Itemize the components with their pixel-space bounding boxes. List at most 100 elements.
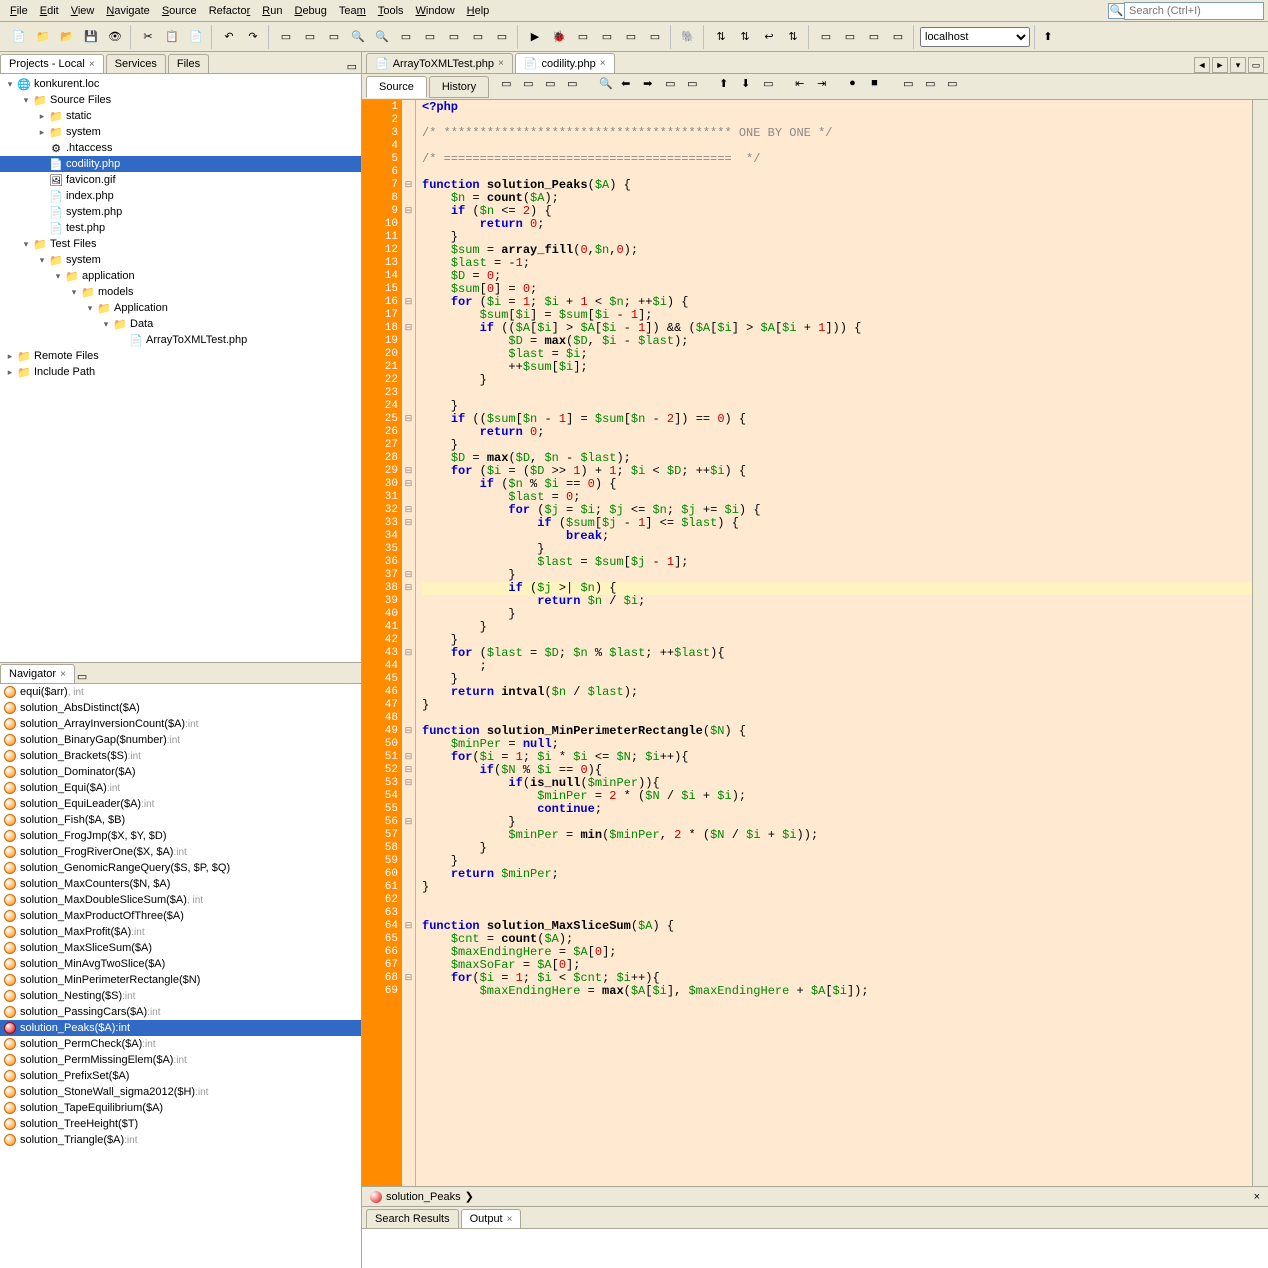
- db1-icon[interactable]: ▭: [815, 26, 837, 48]
- run-icon[interactable]: ▶: [524, 26, 546, 48]
- tab-projects[interactable]: Projects - Local×: [0, 54, 104, 73]
- editor-tab[interactable]: 📄ArrayToXMLTest.php×: [366, 53, 513, 73]
- et9-icon[interactable]: ▭: [925, 77, 945, 97]
- tree-item[interactable]: 📄test.php: [0, 220, 361, 236]
- editor-tab[interactable]: 📄codility.php×: [515, 53, 615, 73]
- et2-icon[interactable]: ▭: [523, 77, 543, 97]
- close-icon[interactable]: ×: [507, 1214, 513, 1225]
- paste-icon[interactable]: 📄: [185, 26, 207, 48]
- et3-icon[interactable]: ▭: [545, 77, 565, 97]
- close-icon[interactable]: ×: [89, 59, 95, 70]
- tree-item[interactable]: ▸📁Remote Files: [0, 348, 361, 364]
- menu-debug[interactable]: Debug: [288, 3, 332, 19]
- et5-icon[interactable]: ▭: [665, 77, 685, 97]
- sort3-icon[interactable]: ⇅: [782, 26, 804, 48]
- tree-item[interactable]: ▾📁Application: [0, 300, 361, 316]
- btn8-icon[interactable]: ▭: [491, 26, 513, 48]
- history-tab[interactable]: History: [429, 76, 489, 98]
- btn6-icon[interactable]: ▭: [443, 26, 465, 48]
- menu-tools[interactable]: Tools: [372, 3, 410, 19]
- undo-icon[interactable]: ↶: [218, 26, 240, 48]
- tree-item[interactable]: ▾🌐konkurent.loc: [0, 76, 361, 92]
- indent-left-icon[interactable]: ⇤: [795, 77, 815, 97]
- et7-icon[interactable]: ▭: [763, 77, 783, 97]
- debug-icon[interactable]: 🐞: [548, 26, 570, 48]
- tab-output[interactable]: Output ×: [461, 1209, 522, 1228]
- tab-prev-icon[interactable]: ◄: [1194, 57, 1210, 73]
- nav-item[interactable]: solution_Fish($A, $B): [0, 812, 361, 828]
- eye-icon[interactable]: 👁: [104, 26, 126, 48]
- new-file-icon[interactable]: 📄: [8, 26, 30, 48]
- upload-icon[interactable]: ⬆: [1037, 26, 1059, 48]
- et10-icon[interactable]: ▭: [947, 77, 967, 97]
- tree-item[interactable]: 📄system.php: [0, 204, 361, 220]
- open-icon[interactable]: 📂: [56, 26, 78, 48]
- db3-icon[interactable]: ▭: [863, 26, 885, 48]
- tree-item[interactable]: ▸📁static: [0, 108, 361, 124]
- btn5-icon[interactable]: ▭: [419, 26, 441, 48]
- nav-item[interactable]: solution_FrogRiverOne($X, $A):int: [0, 844, 361, 860]
- nav-item[interactable]: solution_AbsDistinct($A): [0, 700, 361, 716]
- nav-item[interactable]: solution_EquiLeader($A):int: [0, 796, 361, 812]
- wrap-icon[interactable]: ↩: [758, 26, 780, 48]
- source-tab[interactable]: Source: [366, 76, 427, 98]
- btn4-icon[interactable]: ▭: [395, 26, 417, 48]
- nav-item[interactable]: solution_MaxCounters($N, $A): [0, 876, 361, 892]
- nav-item[interactable]: solution_PermCheck($A):int: [0, 1036, 361, 1052]
- nav-item[interactable]: solution_MinAvgTwoSlice($A): [0, 956, 361, 972]
- bookmark-down-icon[interactable]: ⬇: [741, 77, 761, 97]
- host-select[interactable]: localhost: [920, 27, 1030, 47]
- tree-item[interactable]: ⚙.htaccess: [0, 140, 361, 156]
- btn3-icon[interactable]: ▭: [323, 26, 345, 48]
- indent-right-icon[interactable]: ⇥: [817, 77, 837, 97]
- btn1-icon[interactable]: ▭: [275, 26, 297, 48]
- editor-area[interactable]: 1234567891011121314151617181920212223242…: [362, 100, 1268, 1186]
- et8-icon[interactable]: ▭: [903, 77, 923, 97]
- nav-item[interactable]: solution_StoneWall_sigma2012($H):int: [0, 1084, 361, 1100]
- btn10-icon[interactable]: ▭: [596, 26, 618, 48]
- nav-item[interactable]: solution_MaxSliceSum($A): [0, 940, 361, 956]
- et6-icon[interactable]: ▭: [687, 77, 707, 97]
- tab-dropdown-icon[interactable]: ▾: [1230, 57, 1246, 73]
- tree-item[interactable]: 📄index.php: [0, 188, 361, 204]
- menu-source[interactable]: Source: [156, 3, 203, 19]
- php-icon[interactable]: 🐘: [677, 26, 699, 48]
- copy-icon[interactable]: 📋: [161, 26, 183, 48]
- menu-team[interactable]: Team: [333, 3, 372, 19]
- next-icon[interactable]: ➡: [643, 77, 663, 97]
- menu-run[interactable]: Run: [256, 3, 288, 19]
- nav-item[interactable]: solution_GenomicRangeQuery($S, $P, $Q): [0, 860, 361, 876]
- vertical-scrollbar[interactable]: [1252, 100, 1268, 1186]
- stop-icon[interactable]: ■: [871, 77, 891, 97]
- bookmark-up-icon[interactable]: ⬆: [719, 77, 739, 97]
- new-project-icon[interactable]: 📁: [32, 26, 54, 48]
- tree-item[interactable]: ▾📁application: [0, 268, 361, 284]
- nav-item[interactable]: solution_Nesting($S):int: [0, 988, 361, 1004]
- prev-icon[interactable]: ⬅: [621, 77, 641, 97]
- tab-services[interactable]: Services: [106, 54, 166, 73]
- tree-item[interactable]: ▸📁system: [0, 124, 361, 140]
- nav-item[interactable]: solution_Brackets($S):int: [0, 748, 361, 764]
- tree-item[interactable]: ▾📁system: [0, 252, 361, 268]
- tab-search-results[interactable]: Search Results: [366, 1209, 459, 1228]
- tree-item[interactable]: ▾📁models: [0, 284, 361, 300]
- tree-item[interactable]: 📄codility.php: [0, 156, 361, 172]
- menu-navigate[interactable]: Navigate: [100, 3, 155, 19]
- et1-icon[interactable]: ▭: [501, 77, 521, 97]
- tree-item[interactable]: ▾📁Test Files: [0, 236, 361, 252]
- menu-refactor[interactable]: Refactor: [203, 3, 257, 19]
- record-icon[interactable]: ●: [849, 77, 869, 97]
- search-input[interactable]: [1124, 2, 1264, 20]
- btn12-icon[interactable]: ▭: [644, 26, 666, 48]
- zoom-in-icon[interactable]: 🔍: [371, 26, 393, 48]
- nav-item[interactable]: solution_Equi($A):int: [0, 780, 361, 796]
- nav-item[interactable]: solution_Peaks($A):int: [0, 1020, 361, 1036]
- btn7-icon[interactable]: ▭: [467, 26, 489, 48]
- find-icon[interactable]: 🔍: [599, 77, 619, 97]
- nav-item[interactable]: solution_TreeHeight($T): [0, 1116, 361, 1132]
- cut-icon[interactable]: ✂: [137, 26, 159, 48]
- zoom-out-icon[interactable]: 🔍: [347, 26, 369, 48]
- menu-help[interactable]: Help: [461, 3, 496, 19]
- nav-item[interactable]: solution_TapeEquilibrium($A): [0, 1100, 361, 1116]
- minimize-icon[interactable]: ▭: [77, 670, 87, 683]
